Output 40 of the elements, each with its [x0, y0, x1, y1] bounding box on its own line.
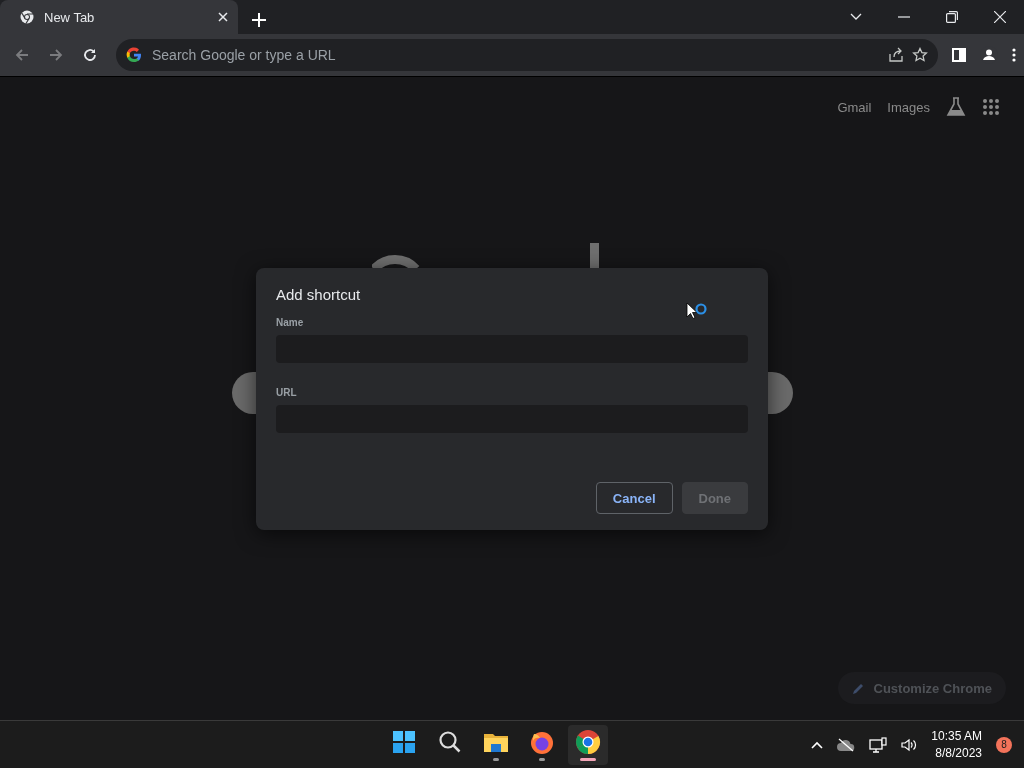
- chevron-down-icon[interactable]: [850, 13, 862, 21]
- flask-icon[interactable]: [946, 97, 966, 117]
- close-icon[interactable]: [218, 12, 228, 22]
- dialog-title: Add shortcut: [276, 286, 362, 303]
- chrome-logo-icon: [20, 10, 34, 24]
- search-icon: [436, 728, 463, 755]
- star-icon[interactable]: [912, 47, 928, 63]
- running-indicator: [579, 757, 596, 761]
- running-indicator: [538, 757, 545, 761]
- share-icon[interactable]: [888, 47, 904, 63]
- apps-grid-icon[interactable]: [982, 98, 1000, 116]
- header-link[interactable]: Gmail: [837, 99, 872, 115]
- notification-badge[interactable]: 8: [996, 736, 1012, 753]
- menu-icon[interactable]: [1012, 48, 1016, 62]
- chrome-taskbar-button[interactable]: [567, 724, 608, 765]
- network-icon[interactable]: [869, 736, 888, 753]
- clock-time[interactable]: 10:35 AM: [931, 729, 982, 743]
- chrome-icon: [574, 728, 601, 755]
- clock-date[interactable]: 8/8/2023: [935, 746, 982, 760]
- chevron-up-icon[interactable]: [811, 740, 824, 749]
- reload-icon: [82, 47, 98, 63]
- header-link[interactable]: Images: [887, 99, 930, 115]
- running-indicator: [492, 757, 499, 761]
- back-arrow-icon: [14, 47, 30, 63]
- speaker-icon[interactable]: [901, 737, 918, 752]
- windows-logo-icon: [390, 728, 417, 755]
- forward-arrow-icon: [48, 47, 64, 63]
- new-tab-icon[interactable]: [252, 13, 266, 27]
- dialog-button[interactable]: Cancel: [595, 482, 673, 514]
- busy-cursor-icon: [686, 302, 708, 322]
- browser-tab[interactable]: New Tab: [0, 0, 238, 34]
- address-bar[interactable]: Search Google or type a URL: [116, 39, 938, 71]
- side-panel-icon[interactable]: [952, 48, 966, 62]
- restore-icon[interactable]: [946, 11, 958, 23]
- field-label: URL: [276, 387, 298, 398]
- google-g-icon: [126, 47, 142, 63]
- close-icon[interactable]: [994, 11, 1006, 23]
- pencil-icon: [851, 681, 865, 695]
- cloud-off-icon[interactable]: [837, 737, 856, 752]
- field-label: Name: [276, 317, 305, 328]
